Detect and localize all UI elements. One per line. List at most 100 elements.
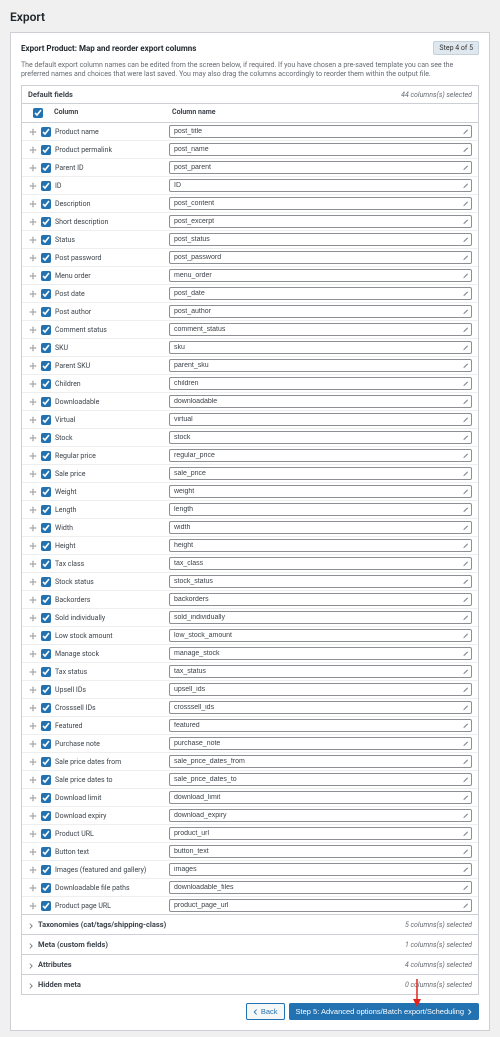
drag-handle-icon[interactable] bbox=[28, 451, 38, 461]
row-checkbox[interactable] bbox=[41, 649, 51, 659]
row-checkbox[interactable] bbox=[41, 289, 51, 299]
row-checkbox[interactable] bbox=[41, 883, 51, 893]
drag-handle-icon[interactable] bbox=[28, 577, 38, 587]
column-name-input[interactable] bbox=[169, 215, 472, 228]
row-checkbox[interactable] bbox=[41, 415, 51, 425]
drag-handle-icon[interactable] bbox=[28, 487, 38, 497]
drag-handle-icon[interactable] bbox=[28, 829, 38, 839]
column-name-input[interactable] bbox=[169, 863, 472, 876]
drag-handle-icon[interactable] bbox=[28, 379, 38, 389]
row-checkbox[interactable] bbox=[41, 253, 51, 263]
drag-handle-icon[interactable] bbox=[28, 703, 38, 713]
drag-handle-icon[interactable] bbox=[28, 739, 38, 749]
column-name-input[interactable] bbox=[169, 719, 472, 732]
column-name-input[interactable] bbox=[169, 647, 472, 660]
row-checkbox[interactable] bbox=[41, 811, 51, 821]
row-checkbox[interactable] bbox=[41, 667, 51, 677]
column-name-input[interactable] bbox=[169, 701, 472, 714]
row-checkbox[interactable] bbox=[41, 595, 51, 605]
accordion-section[interactable]: Meta (custom fields)1 columns(s) selecte… bbox=[22, 934, 478, 954]
row-checkbox[interactable] bbox=[41, 487, 51, 497]
drag-handle-icon[interactable] bbox=[28, 559, 38, 569]
drag-handle-icon[interactable] bbox=[28, 235, 38, 245]
column-name-input[interactable] bbox=[169, 395, 472, 408]
row-checkbox[interactable] bbox=[41, 469, 51, 479]
row-checkbox[interactable] bbox=[41, 451, 51, 461]
accordion-section[interactable]: Hidden meta0 columns(s) selected bbox=[22, 974, 478, 994]
drag-handle-icon[interactable] bbox=[28, 865, 38, 875]
column-name-input[interactable] bbox=[169, 575, 472, 588]
row-checkbox[interactable] bbox=[41, 307, 51, 317]
row-checkbox[interactable] bbox=[41, 775, 51, 785]
column-name-input[interactable] bbox=[169, 413, 472, 426]
drag-handle-icon[interactable] bbox=[28, 415, 38, 425]
accordion-section[interactable]: Taxonomies (cat/tags/shipping-class)5 co… bbox=[22, 914, 478, 934]
row-checkbox[interactable] bbox=[41, 379, 51, 389]
drag-handle-icon[interactable] bbox=[28, 541, 38, 551]
drag-handle-icon[interactable] bbox=[28, 883, 38, 893]
column-name-input[interactable] bbox=[169, 665, 472, 678]
column-name-input[interactable] bbox=[169, 251, 472, 264]
column-name-input[interactable] bbox=[169, 287, 472, 300]
column-name-input[interactable] bbox=[169, 377, 472, 390]
row-checkbox[interactable] bbox=[41, 631, 51, 641]
column-name-input[interactable] bbox=[169, 431, 472, 444]
row-checkbox[interactable] bbox=[41, 739, 51, 749]
drag-handle-icon[interactable] bbox=[28, 253, 38, 263]
select-all-checkbox[interactable] bbox=[33, 108, 43, 118]
row-checkbox[interactable] bbox=[41, 271, 51, 281]
column-name-input[interactable] bbox=[169, 233, 472, 246]
row-checkbox[interactable] bbox=[41, 685, 51, 695]
column-name-input[interactable] bbox=[169, 323, 472, 336]
drag-handle-icon[interactable] bbox=[28, 523, 38, 533]
column-name-input[interactable] bbox=[169, 629, 472, 642]
column-name-input[interactable] bbox=[169, 305, 472, 318]
accordion-section[interactable]: Attributes4 columns(s) selected bbox=[22, 954, 478, 974]
column-name-input[interactable] bbox=[169, 521, 472, 534]
drag-handle-icon[interactable] bbox=[28, 289, 38, 299]
drag-handle-icon[interactable] bbox=[28, 667, 38, 677]
row-checkbox[interactable] bbox=[41, 847, 51, 857]
column-name-input[interactable] bbox=[169, 449, 472, 462]
row-checkbox[interactable] bbox=[41, 163, 51, 173]
row-checkbox[interactable] bbox=[41, 541, 51, 551]
drag-handle-icon[interactable] bbox=[28, 505, 38, 515]
row-checkbox[interactable] bbox=[41, 199, 51, 209]
row-checkbox[interactable] bbox=[41, 433, 51, 443]
row-checkbox[interactable] bbox=[41, 397, 51, 407]
next-step-button[interactable]: Step 5: Advanced options/Batch export/Sc… bbox=[289, 1003, 479, 1020]
row-checkbox[interactable] bbox=[41, 523, 51, 533]
column-name-input[interactable] bbox=[169, 341, 472, 354]
drag-handle-icon[interactable] bbox=[28, 613, 38, 623]
drag-handle-icon[interactable] bbox=[28, 847, 38, 857]
row-checkbox[interactable] bbox=[41, 361, 51, 371]
drag-handle-icon[interactable] bbox=[28, 649, 38, 659]
column-name-input[interactable] bbox=[169, 611, 472, 624]
row-checkbox[interactable] bbox=[41, 181, 51, 191]
drag-handle-icon[interactable] bbox=[28, 811, 38, 821]
row-checkbox[interactable] bbox=[41, 901, 51, 911]
row-checkbox[interactable] bbox=[41, 829, 51, 839]
row-checkbox[interactable] bbox=[41, 559, 51, 569]
column-name-input[interactable] bbox=[169, 593, 472, 606]
drag-handle-icon[interactable] bbox=[28, 145, 38, 155]
column-name-input[interactable] bbox=[169, 125, 472, 138]
column-name-input[interactable] bbox=[169, 827, 472, 840]
drag-handle-icon[interactable] bbox=[28, 343, 38, 353]
column-name-input[interactable] bbox=[169, 791, 472, 804]
row-checkbox[interactable] bbox=[41, 721, 51, 731]
back-button[interactable]: Back bbox=[246, 1003, 285, 1020]
drag-handle-icon[interactable] bbox=[28, 163, 38, 173]
column-name-input[interactable] bbox=[169, 467, 472, 480]
drag-handle-icon[interactable] bbox=[28, 775, 38, 785]
drag-handle-icon[interactable] bbox=[28, 721, 38, 731]
drag-handle-icon[interactable] bbox=[28, 397, 38, 407]
drag-handle-icon[interactable] bbox=[28, 271, 38, 281]
row-checkbox[interactable] bbox=[41, 865, 51, 875]
column-name-input[interactable] bbox=[169, 539, 472, 552]
column-name-input[interactable] bbox=[169, 557, 472, 570]
row-checkbox[interactable] bbox=[41, 577, 51, 587]
drag-handle-icon[interactable] bbox=[28, 757, 38, 767]
drag-handle-icon[interactable] bbox=[28, 199, 38, 209]
drag-handle-icon[interactable] bbox=[28, 325, 38, 335]
